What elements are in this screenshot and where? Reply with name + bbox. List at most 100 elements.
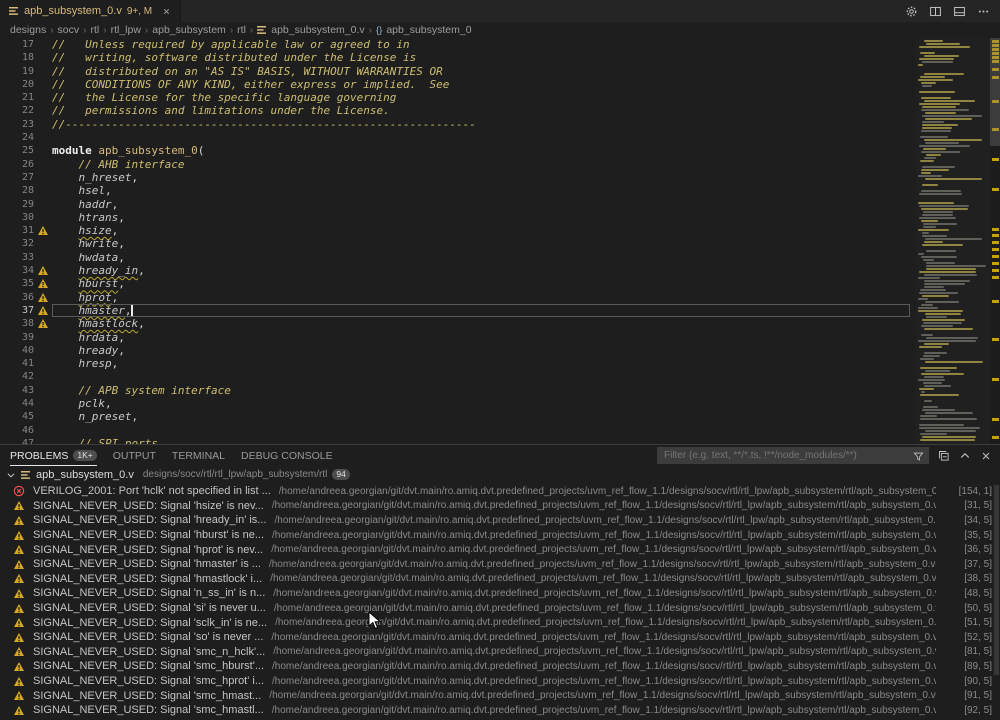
editor-line[interactable]: 39 hrdata, [0,331,910,344]
line-number[interactable]: 20 [0,78,34,91]
breadcrumb-item-rtl[interactable]: rtl [90,24,99,36]
line-number[interactable]: 18 [0,51,34,64]
editor-line[interactable]: 31 hsize, [0,224,910,237]
editor-line[interactable]: 34 hready_in, [0,264,910,277]
problem-row[interactable]: SIGNAL_NEVER_USED: Signal 'si' is never … [0,601,992,616]
problem-row[interactable]: SIGNAL_NEVER_USED: Signal 'smc_hmast.../… [0,688,992,703]
line-number[interactable]: 46 [0,424,34,437]
panel-tab-terminal[interactable]: TERMINAL [172,445,225,466]
line-number[interactable]: 41 [0,357,34,370]
line-number[interactable]: 22 [0,104,34,117]
line-number[interactable]: 31 [0,224,34,237]
toggle-panel-icon[interactable] [953,5,966,18]
problem-row[interactable]: SIGNAL_NEVER_USED: Signal 'n_ss_in' is n… [0,586,992,601]
editor-line[interactable]: 47 // SPI ports [0,437,910,444]
editor-lines[interactable]: 17// Unless required by applicable law o… [0,38,910,444]
problem-row[interactable]: SIGNAL_NEVER_USED: Signal 'hsize' is nev… [0,499,992,514]
editor-line[interactable]: 25module apb_subsystem_0( [0,144,910,157]
problem-row[interactable]: SIGNAL_NEVER_USED: Signal 'so' is never … [0,630,992,645]
editor-line[interactable]: 45 n_preset, [0,410,910,423]
line-number[interactable]: 35 [0,277,34,290]
line-number[interactable]: 25 [0,144,34,157]
editor-line[interactable]: 17// Unless required by applicable law o… [0,38,910,51]
editor-line[interactable]: 37 hmaster, [0,304,910,317]
breadcrumb-item-designs[interactable]: designs [10,24,46,36]
line-number[interactable]: 24 [0,131,34,144]
chevron-down-icon[interactable] [6,470,16,480]
breadcrumb-item-apb_subsystem_0.v[interactable]: apb_subsystem_0.v [257,24,364,36]
panel-scrollbar-thumb[interactable] [994,485,999,675]
close-panel-icon[interactable] [980,450,992,462]
editor-line[interactable]: 30 htrans, [0,211,910,224]
editor-line[interactable]: 40 hready, [0,344,910,357]
line-number[interactable]: 27 [0,171,34,184]
split-editor-icon[interactable] [929,5,942,18]
problem-row[interactable]: SIGNAL_NEVER_USED: Signal 'hburst' is ne… [0,528,992,543]
problems-file-group[interactable]: apb_subsystem_0.v designs/socv/rtl/rtl_l… [0,466,1000,483]
editor-line[interactable]: 35 hburst, [0,277,910,290]
editor-line[interactable]: 46 [0,424,910,437]
line-number[interactable]: 43 [0,384,34,397]
line-number[interactable]: 29 [0,198,34,211]
editor-line[interactable]: 20// CONDITIONS OF ANY KIND, either expr… [0,78,910,91]
line-number[interactable]: 38 [0,317,34,330]
editor-line[interactable]: 24 [0,131,910,144]
code-editor[interactable]: 17// Unless required by applicable law o… [0,38,1000,444]
editor-line[interactable]: 36 hprot, [0,291,910,304]
editor-line[interactable]: 42 [0,370,910,383]
problem-row[interactable]: SIGNAL_NEVER_USED: Signal 'hready_in' is… [0,513,992,528]
editor-line[interactable]: 27 n_hreset, [0,171,910,184]
editor-line[interactable]: 18// writing, software distributed under… [0,51,910,64]
editor-line[interactable]: 41 hresp, [0,357,910,370]
settings-gear-icon[interactable] [905,5,918,18]
breadcrumb-item-rtl_lpw[interactable]: rtl_lpw [111,24,141,36]
panel-tab-debug-console[interactable]: DEBUG CONSOLE [241,445,333,466]
line-number[interactable]: 39 [0,331,34,344]
editor-line[interactable]: 22// permissions and limitations under t… [0,104,910,117]
breadcrumb-item-socv[interactable]: socv [58,24,80,36]
editor-line[interactable]: 28 hsel, [0,184,910,197]
line-number[interactable]: 21 [0,91,34,104]
breadcrumb-item-rtl[interactable]: rtl [237,24,246,36]
editor-line[interactable]: 21// the License for the specific langua… [0,91,910,104]
problem-row[interactable]: SIGNAL_NEVER_USED: Signal 'hprot' is nev… [0,542,992,557]
problem-row[interactable]: SIGNAL_NEVER_USED: Signal 'smc_n_hclk'..… [0,645,992,660]
editor-line[interactable]: 29 haddr, [0,198,910,211]
problem-row[interactable]: SIGNAL_NEVER_USED: Signal 'smc_hmastl...… [0,703,992,718]
breadcrumb-item-apb_subsystem[interactable]: apb_subsystem [152,24,226,36]
line-number[interactable]: 47 [0,437,34,444]
editor-line[interactable]: 19// distributed on an "AS IS" BASIS, WI… [0,65,910,78]
line-number[interactable]: 34 [0,264,34,277]
maximize-panel-icon[interactable] [959,450,971,462]
line-number[interactable]: 32 [0,237,34,250]
editor-line[interactable]: 43 // APB system interface [0,384,910,397]
panel-tab-problems[interactable]: PROBLEMS1K+ [10,445,97,466]
line-number[interactable]: 19 [0,65,34,78]
panel-tab-output[interactable]: OUTPUT [113,445,156,466]
problem-row[interactable]: SIGNAL_NEVER_USED: Signal 'hmaster' is .… [0,557,992,572]
line-number[interactable]: 17 [0,38,34,51]
line-number[interactable]: 23 [0,118,34,131]
editor-scrollbar-thumb[interactable] [990,38,1000,146]
line-number[interactable]: 42 [0,370,34,383]
line-number[interactable]: 45 [0,410,34,423]
editor-line[interactable]: 32 hwrite, [0,237,910,250]
line-number[interactable]: 36 [0,291,34,304]
problem-row[interactable]: SIGNAL_NEVER_USED: Signal 'sclk_in' is n… [0,615,992,630]
line-number[interactable]: 37 [0,304,34,317]
line-number[interactable]: 26 [0,158,34,171]
line-number[interactable]: 40 [0,344,34,357]
editor-line[interactable]: 33 hwdata, [0,251,910,264]
line-number[interactable]: 28 [0,184,34,197]
line-number[interactable]: 44 [0,397,34,410]
breadcrumb-item-apb_subsystem_0[interactable]: {}apb_subsystem_0 [376,24,472,36]
line-number[interactable]: 30 [0,211,34,224]
problem-row[interactable]: SIGNAL_NEVER_USED: Signal 'hmastlock' i.… [0,572,992,587]
problem-row[interactable]: SIGNAL_NEVER_USED: Signal 'smc_hprot' i.… [0,674,992,689]
close-tab-icon[interactable] [162,7,171,16]
editor-line[interactable]: 44 pclk, [0,397,910,410]
more-actions-icon[interactable] [977,5,990,18]
problem-row[interactable]: SIGNAL_NEVER_USED: Signal 'smc_hburst'..… [0,659,992,674]
editor-line[interactable]: 38 hmastlock, [0,317,910,330]
tab-apb-subsystem-0[interactable]: apb_subsystem_0.v 9+, M [0,0,181,22]
